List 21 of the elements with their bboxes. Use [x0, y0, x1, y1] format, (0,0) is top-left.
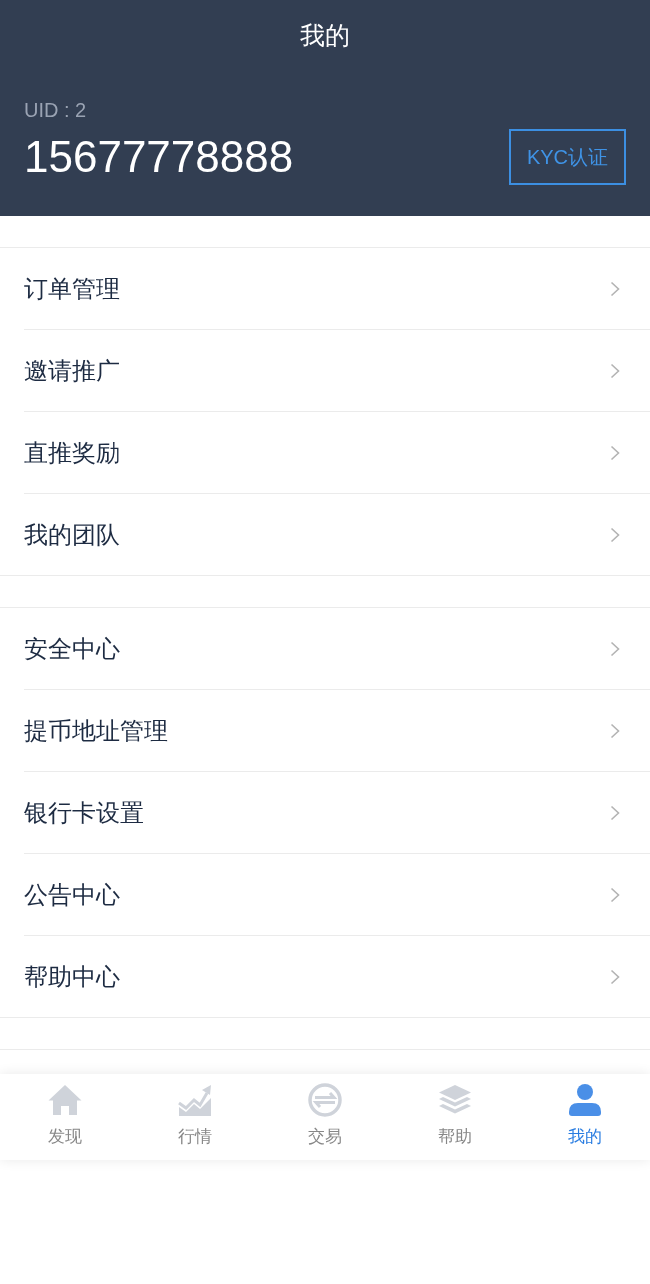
chevron-icon — [610, 722, 620, 739]
tab-button[interactable]: 行情 — [130, 1074, 260, 1160]
tab-button[interactable]: 我的 — [520, 1074, 650, 1160]
chevron-icon — [610, 886, 620, 903]
tab-button[interactable]: 交易 — [260, 1074, 390, 1160]
chevron-icon — [610, 280, 620, 297]
page-title: 我的 — [299, 20, 351, 51]
home-icon — [47, 1082, 83, 1118]
rising-chart-icon — [177, 1082, 213, 1118]
chevron-icon — [610, 804, 620, 821]
circle-arrows-icon — [307, 1082, 343, 1118]
chevron-icon — [610, 444, 620, 461]
chevron-icon — [610, 968, 620, 985]
tab-button[interactable]: 发现 — [0, 1074, 130, 1160]
chevron-icon — [610, 526, 620, 543]
chevron-icon — [610, 362, 620, 379]
person-icon — [567, 1082, 603, 1118]
phone-number: 15677778888 — [24, 131, 294, 183]
chevron-icon — [610, 640, 620, 657]
tab-button[interactable]: 帮助 — [390, 1074, 520, 1160]
uid-label: UID : 2 — [24, 98, 87, 122]
